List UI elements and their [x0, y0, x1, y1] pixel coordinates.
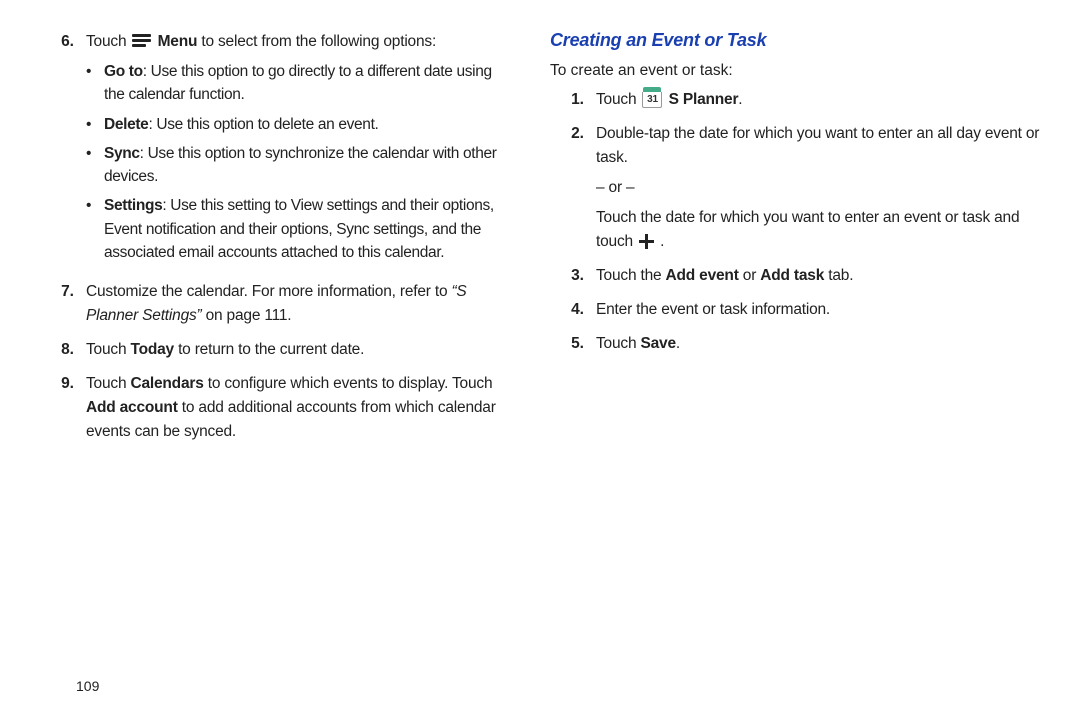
bold: S Planner: [669, 91, 739, 108]
step-number: 4.: [550, 298, 596, 322]
bold: Save: [640, 335, 675, 352]
text: Customize the calendar. For more informa…: [86, 283, 451, 300]
text: Touch the: [596, 267, 666, 284]
text: .: [676, 335, 680, 352]
text: Enter the event or task information.: [596, 301, 830, 318]
sub-item-sync: • Sync: Use this option to synchronize t…: [86, 142, 512, 189]
section-intro: To create an event or task:: [550, 59, 1040, 82]
bold: Calendars: [130, 375, 203, 392]
section-heading: Creating an Event or Task: [550, 30, 1040, 51]
step-number: 3.: [550, 264, 596, 288]
bullet: •: [86, 194, 104, 264]
text: to select from the following options:: [201, 33, 436, 50]
sub-item-settings: • Settings: Use this setting to View set…: [86, 194, 512, 264]
sub-list: • Go to: Use this option to go directly …: [86, 60, 512, 264]
page-number: 109: [76, 678, 99, 694]
sub-text: : Use this option to synchronize the cal…: [104, 145, 497, 185]
step-8: 8. Touch Today to return to the current …: [40, 338, 512, 362]
step-number: 5.: [550, 332, 596, 356]
or-separator: – or –: [596, 176, 1040, 200]
text: Touch: [596, 335, 640, 352]
step-body: Touch Calendars to configure which event…: [86, 372, 512, 444]
text: to return to the current date.: [174, 341, 364, 358]
step-body: Enter the event or task information.: [596, 298, 1040, 322]
text: Touch: [596, 91, 640, 108]
sub-label: Go to: [104, 63, 143, 80]
step-body: Customize the calendar. For more informa…: [86, 280, 512, 328]
step-6: 6. Touch Menu to select from the followi…: [40, 30, 512, 270]
text: Touch: [86, 375, 130, 392]
menu-icon: [132, 34, 151, 47]
step-number: 2.: [550, 122, 596, 254]
r-step-3: 3. Touch the Add event or Add task tab.: [550, 264, 1040, 288]
bold: Add account: [86, 399, 178, 416]
step-number: 6.: [40, 30, 86, 270]
menu-word: Menu: [158, 33, 198, 50]
plus-icon: [639, 234, 654, 249]
calendar-day: 31: [642, 92, 662, 108]
text: Touch: [86, 33, 130, 50]
calendar-icon: 31: [642, 87, 662, 109]
bold: Today: [130, 341, 174, 358]
text: .: [660, 233, 664, 250]
text: tab.: [824, 267, 853, 284]
step-body: Touch the Add event or Add task tab.: [596, 264, 1040, 288]
step-number: 1.: [550, 88, 596, 112]
sub-item-delete: • Delete: Use this option to delete an e…: [86, 113, 512, 136]
r-step-2: 2. Double-tap the date for which you wan…: [550, 122, 1040, 254]
bullet: •: [86, 142, 104, 189]
sub-item-goto: • Go to: Use this option to go directly …: [86, 60, 512, 107]
sub-text: : Use this setting to View settings and …: [104, 197, 494, 261]
r-step-1: 1. Touch 31 S Planner.: [550, 88, 1040, 112]
text: on page 111.: [202, 307, 292, 324]
manual-page: 6. Touch Menu to select from the followi…: [0, 0, 1080, 720]
step-body: Touch Menu to select from the following …: [86, 30, 512, 270]
step-body: Touch Today to return to the current dat…: [86, 338, 512, 362]
step-7: 7. Customize the calendar. For more info…: [40, 280, 512, 328]
sub-text: : Use this option to go directly to a di…: [104, 63, 492, 103]
sub-label: Settings: [104, 197, 162, 214]
r-step-5: 5. Touch Save.: [550, 332, 1040, 356]
step-9: 9. Touch Calendars to configure which ev…: [40, 372, 512, 444]
sub-label: Sync: [104, 145, 140, 162]
step-number: 7.: [40, 280, 86, 328]
sub-body: Sync: Use this option to synchronize the…: [104, 142, 512, 189]
bullet: •: [86, 60, 104, 107]
sub-body: Go to: Use this option to go directly to…: [104, 60, 512, 107]
sub-body: Settings: Use this setting to View setti…: [104, 194, 512, 264]
step-body: Touch Save.: [596, 332, 1040, 356]
step-body: Touch 31 S Planner.: [596, 88, 1040, 112]
bold: Add event: [666, 267, 739, 284]
bullet: •: [86, 113, 104, 136]
text: .: [738, 91, 742, 108]
step-number: 9.: [40, 372, 86, 444]
left-column: 6. Touch Menu to select from the followi…: [40, 30, 540, 720]
step-body: Double-tap the date for which you want t…: [596, 122, 1040, 254]
text-line: Touch the date for which you want to ent…: [596, 206, 1040, 254]
bold: Add task: [760, 267, 824, 284]
sub-text: : Use this option to delete an event.: [148, 116, 378, 133]
text: Touch: [86, 341, 130, 358]
text: or: [739, 267, 761, 284]
sub-label: Delete: [104, 116, 148, 133]
sub-body: Delete: Use this option to delete an eve…: [104, 113, 512, 136]
right-column: Creating an Event or Task To create an e…: [540, 30, 1040, 720]
r-step-4: 4. Enter the event or task information.: [550, 298, 1040, 322]
text-line: Double-tap the date for which you want t…: [596, 122, 1040, 170]
step-number: 8.: [40, 338, 86, 362]
text: to configure which events to display. To…: [204, 375, 493, 392]
